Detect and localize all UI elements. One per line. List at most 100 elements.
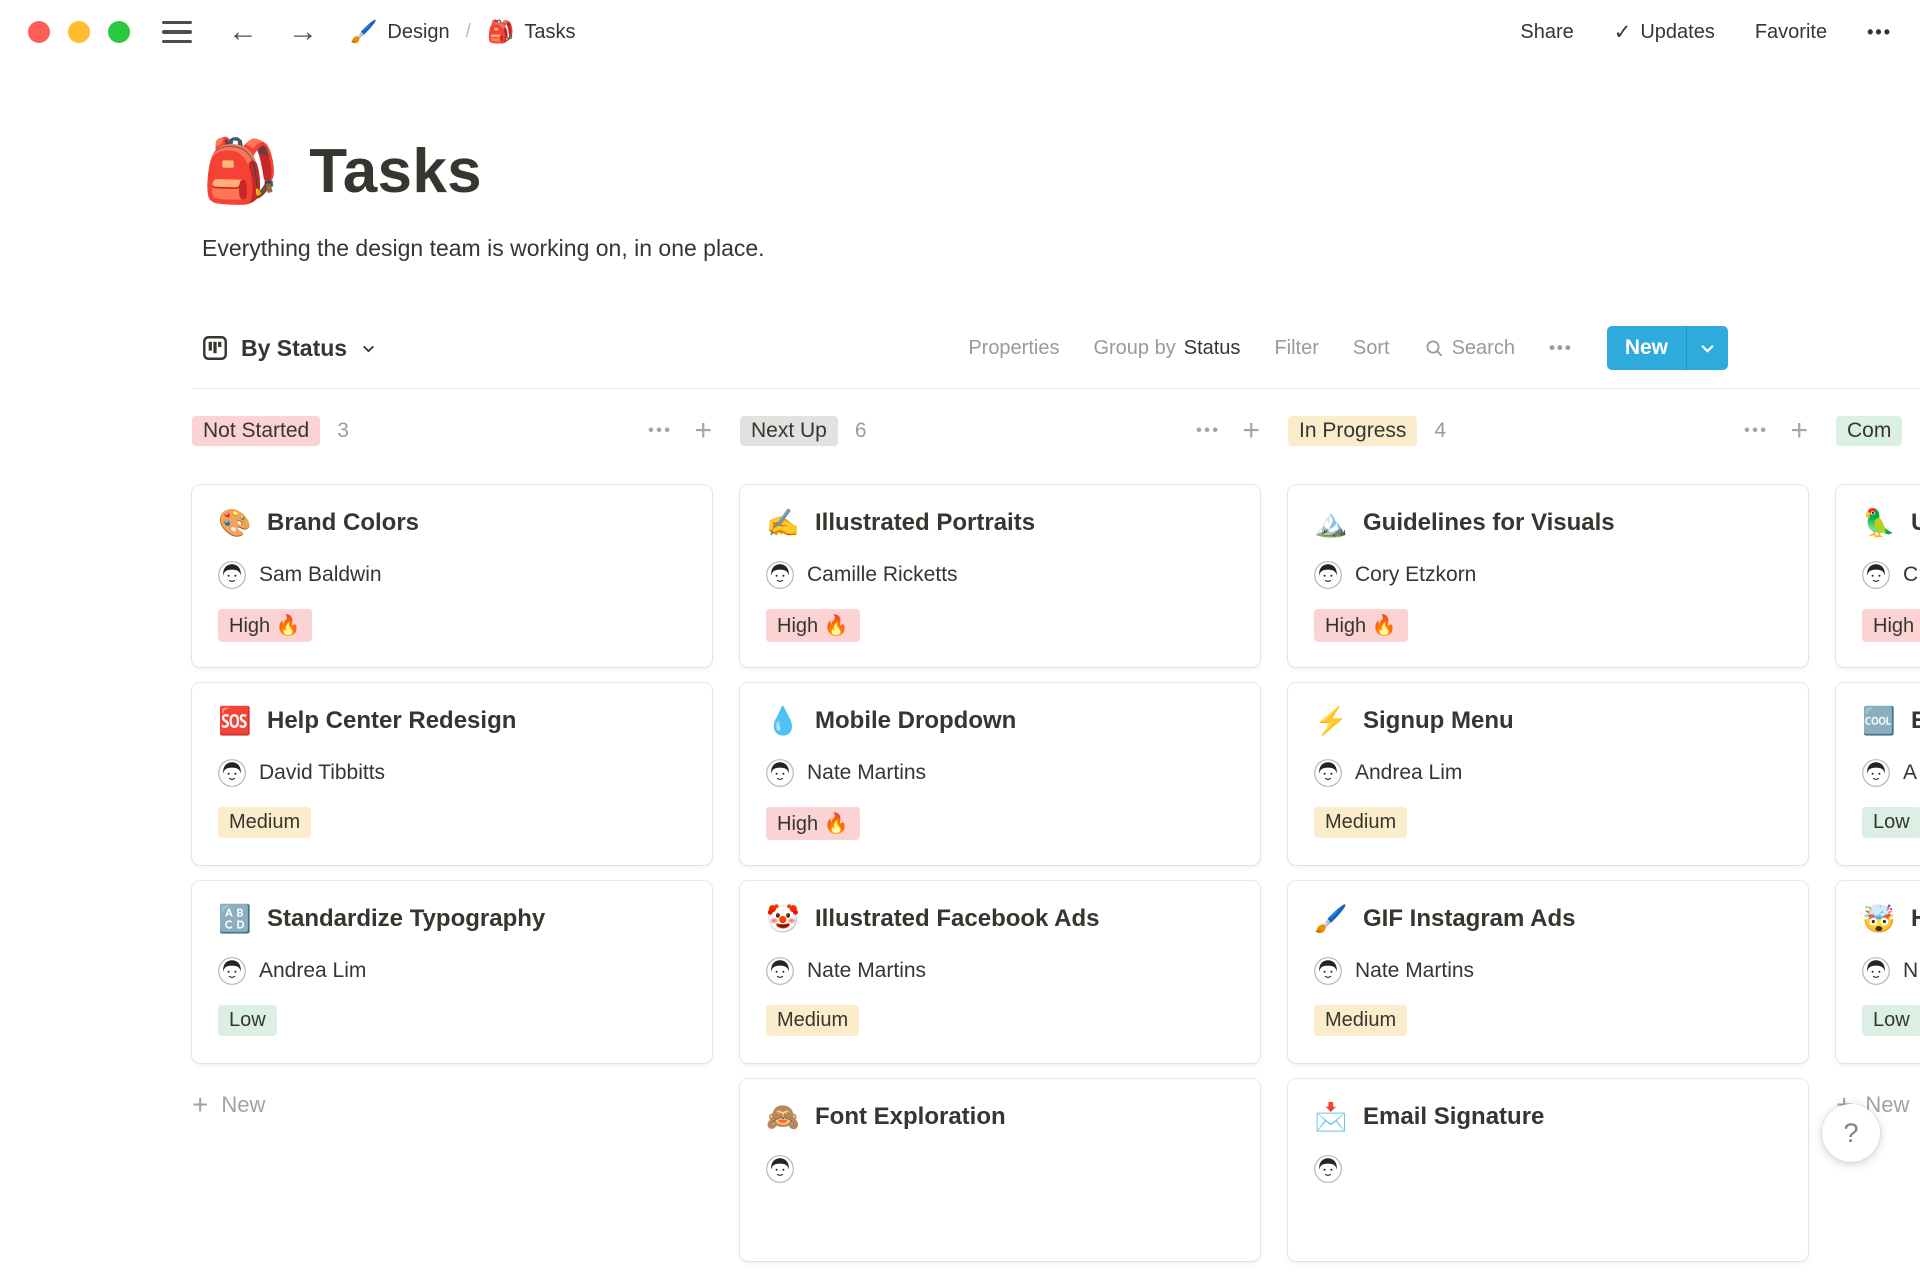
add-card-button[interactable]: + New [192,1091,712,1119]
assignee-name: Sam Baldwin [259,563,382,586]
search-button[interactable]: Search [1424,337,1515,360]
group-by-label: Group by [1093,336,1176,359]
filter-button[interactable]: Filter [1274,337,1318,360]
parrot-icon: 🦜 [1862,507,1896,538]
priority-badge: Medium [766,1005,860,1036]
card-guidelines-for-visuals[interactable]: 🏔️ Guidelines for Visuals Cory Etzkorn H… [1288,485,1808,667]
toolbar-more-icon[interactable]: ••• [1549,338,1573,358]
more-options-icon[interactable]: ••• [1867,22,1892,43]
window-controls [28,21,130,43]
assignee-name: N [1903,959,1919,982]
sort-button[interactable]: Sort [1353,337,1390,360]
mountain-icon: 🏔️ [1314,507,1348,538]
avatar [1314,561,1342,589]
updates-button[interactable]: ✓ Updates [1614,20,1715,45]
group-by-button[interactable]: Group by Status [1093,337,1240,360]
envelope-icon: 📩 [1314,1101,1348,1132]
board-view-icon [203,336,227,360]
plus-icon: + [192,1089,209,1120]
card-illustrated-portraits[interactable]: ✍️ Illustrated Portraits Camille Rickett… [740,485,1260,667]
card-title: E [1911,707,1920,734]
card-email-signature[interactable]: 📩 Email Signature [1288,1079,1808,1261]
minimize-window-button[interactable] [68,21,90,43]
favorite-button[interactable]: Favorite [1755,21,1827,44]
share-button[interactable]: Share [1520,21,1573,44]
card-title: Standardize Typography [267,905,546,932]
forward-icon[interactable]: → [288,17,318,47]
card-font-exploration[interactable]: 🙈 Font Exploration [740,1079,1260,1261]
priority-badge: Low [218,1005,277,1036]
priority-badge: High 🔥 [1314,609,1408,642]
assignee-name: Cory Etzkorn [1355,563,1477,586]
column-status-badge[interactable]: Not Started [192,416,321,446]
card-mobile-dropdown[interactable]: 💧 Mobile Dropdown Nate Martins High 🔥 [740,683,1260,865]
card-completed-1[interactable]: 🦜 U C High 🔥 [1836,485,1920,667]
breadcrumb-design-label: Design [387,20,450,43]
assignee-name: Andrea Lim [259,959,367,982]
card-title: Illustrated Portraits [815,509,1036,536]
column-more-icon[interactable]: ••• [648,422,672,440]
card-signup-menu[interactable]: ⚡ Signup Menu Andrea Lim Medium [1288,683,1808,865]
new-dropdown-button[interactable] [1687,340,1728,357]
breadcrumb-design[interactable]: 🖌️ Design [350,21,450,44]
column-header: In Progress 4 ••• + [1288,415,1808,447]
paintbrush-icon: 🖌️ [350,19,378,44]
abcd-icon: 🔠 [218,903,252,934]
card-help-center-redesign[interactable]: 🆘 Help Center Redesign David Tibbitts Me… [192,683,712,865]
breadcrumb-tasks[interactable]: 🎒 Tasks [487,21,576,44]
card-completed-3[interactable]: 🤯 H N Low [1836,881,1920,1063]
zoom-window-button[interactable] [108,21,130,43]
avatar [766,1155,794,1183]
column-status-badge[interactable]: In Progress [1288,416,1418,446]
paintbrush-icon: 🖌️ [1314,903,1348,934]
card-illustrated-facebook-ads[interactable]: 🤡 Illustrated Facebook Ads Nate Martins … [740,881,1260,1063]
view-selector[interactable]: By Status [202,335,377,362]
assignee-name: Nate Martins [807,761,927,784]
sidebar-menu-icon[interactable] [162,20,192,44]
properties-button[interactable]: Properties [968,337,1059,360]
column-more-icon[interactable]: ••• [1196,422,1220,440]
avatar [1314,759,1342,787]
kanban-board: Not Started 3 ••• + 🎨 Brand Colors Sam B… [192,415,1920,1277]
back-icon[interactable]: ← [228,17,258,47]
card-brand-colors[interactable]: 🎨 Brand Colors Sam Baldwin High 🔥 [192,485,712,667]
card-title: Mobile Dropdown [815,707,1017,734]
priority-badge: Medium [218,807,312,838]
new-button[interactable]: New [1607,336,1686,360]
card-gif-instagram-ads[interactable]: 🖌️ GIF Instagram Ads Nate Martins Medium [1288,881,1808,1063]
close-window-button[interactable] [28,21,50,43]
palette-icon: 🎨 [218,507,252,538]
card-standardize-typography[interactable]: 🔠 Standardize Typography Andrea Lim Low [192,881,712,1063]
card-title: Signup Menu [1363,707,1514,734]
card-completed-2[interactable]: 🆒 E A Low [1836,683,1920,865]
card-title: GIF Instagram Ads [1363,905,1576,932]
column-add-icon[interactable]: + [1790,416,1808,446]
column-count: 6 [854,419,867,442]
assignee-name: A [1903,761,1918,784]
assignee-name: Camille Ricketts [807,563,958,586]
page-icon[interactable]: 🎒 [202,140,279,203]
column-status-badge[interactable]: Next Up [740,416,838,446]
board-column-in-progress: In Progress 4 ••• + 🏔️ Guidelines for Vi… [1288,415,1808,1277]
updates-label: Updates [1640,20,1715,43]
view-toolbar: By Status Properties Group by Status Fil… [202,326,1728,388]
cool-button-icon: 🆒 [1862,705,1896,736]
avatar [1314,1155,1342,1183]
card-title: Help Center Redesign [267,707,517,734]
column-more-icon[interactable]: ••• [1744,422,1768,440]
breadcrumb: 🖌️ Design / 🎒 Tasks [350,21,575,44]
column-add-icon[interactable]: + [1242,416,1260,446]
priority-badge: Medium [1314,807,1408,838]
priority-badge: High 🔥 [766,807,860,840]
avatar [1862,957,1890,985]
priority-badge: Low [1862,807,1920,838]
avatar [218,759,246,787]
column-add-icon[interactable]: + [694,416,712,446]
assignee-name: C [1903,563,1919,586]
priority-badge: Medium [1314,1005,1408,1036]
avatar [766,759,794,787]
view-name: By Status [241,334,348,361]
help-button[interactable]: ? [1822,1104,1880,1162]
card-title: U [1911,509,1920,536]
column-status-badge[interactable]: Com [1836,416,1903,446]
